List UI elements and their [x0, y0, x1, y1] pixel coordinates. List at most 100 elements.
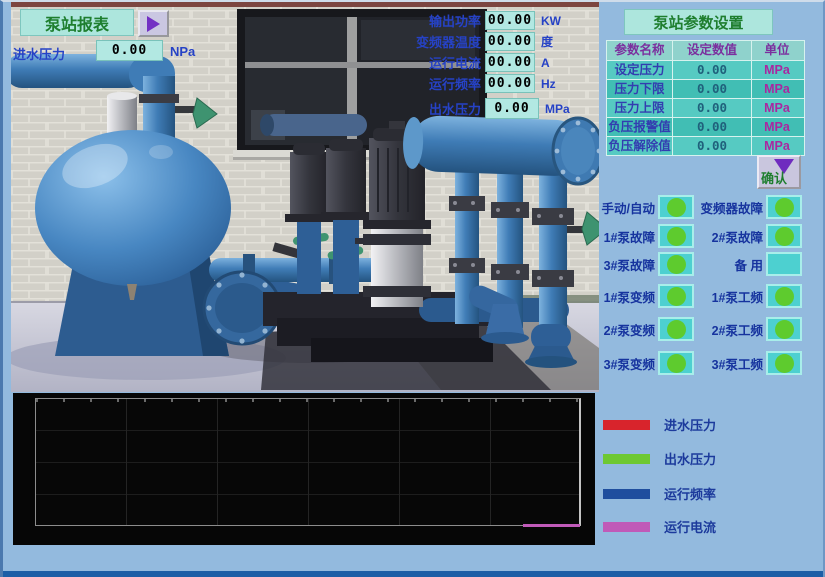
- param-value-input[interactable]: 0.00: [672, 118, 751, 136]
- run-frequency-label: 运行频率: [393, 74, 481, 93]
- status-label: 变频器故障: [694, 198, 763, 217]
- run-frequency-row: 运行频率 00.00 Hz: [393, 74, 556, 93]
- run-frequency-unit: Hz: [541, 77, 556, 91]
- status-lamp-inverter-fault: [766, 195, 802, 219]
- inlet-pressure-label: 进水压力: [13, 44, 65, 63]
- param-value-input[interactable]: 0.00: [672, 61, 751, 79]
- legend-label: 出水压力: [664, 449, 716, 468]
- inverter-temp-value: 00.00: [485, 32, 535, 51]
- status-lamp-pump2-fault: [766, 224, 802, 248]
- run-current-unit: A: [541, 56, 550, 70]
- status-lamp-manual-auto: [658, 195, 694, 219]
- status-label: 3#泵故障: [593, 255, 655, 274]
- param-unit: MPa: [751, 99, 802, 117]
- trend-plot-area: [35, 398, 581, 526]
- axis-ticks: [36, 399, 579, 402]
- status-lamp-spare: [766, 252, 802, 276]
- output-power-row: 输出功率 00.00 KW: [393, 11, 561, 30]
- status-lamp-pump3-vfd: [658, 351, 694, 375]
- output-power-value: 00.00: [485, 11, 535, 30]
- legend-label: 进水压力: [664, 415, 716, 434]
- inverter-temp-label: 变频器温度: [393, 32, 481, 51]
- settings-panel-title: 泵站参数设置: [624, 9, 773, 35]
- status-label: 3#泵工频: [694, 354, 763, 373]
- hmi-screen: 泵站报表 进水压力 0.00 NPa 输出功率 00.00 KW 变频器温度 0…: [0, 0, 825, 577]
- legend-item: 进水压力: [603, 415, 716, 434]
- param-name: 压力上限: [607, 99, 672, 117]
- report-button[interactable]: 泵站报表: [20, 9, 134, 36]
- run-current-label: 运行电流: [393, 53, 481, 72]
- table-row: 压力上限 0.00 MPa: [607, 98, 804, 117]
- status-lamp-pump2-mains: [766, 317, 802, 341]
- run-current-trace: [523, 524, 580, 527]
- status-row: 1#泵变频 1#泵工频: [593, 283, 807, 309]
- output-power-label: 输出功率: [393, 11, 481, 30]
- outlet-pressure-unit: MPa: [545, 102, 570, 116]
- parameter-table: 参数名称 设定数值 单位 设定压力 0.00 MPa 压力下限 0.00 MPa…: [606, 40, 805, 156]
- led-indicator: [775, 354, 794, 373]
- status-lamp-pump3-mains: [766, 351, 802, 375]
- inlet-pressure-unit: NPa: [170, 44, 195, 59]
- status-lamp-pump2-vfd: [658, 317, 694, 341]
- status-label: 1#泵变频: [593, 287, 655, 306]
- param-unit: MPa: [751, 137, 802, 155]
- led-indicator: [667, 227, 686, 246]
- play-right-triangle-icon: [147, 16, 160, 32]
- status-lamp-pump3-fault: [658, 252, 694, 276]
- led-indicator: [775, 320, 794, 339]
- status-label: 1#泵工频: [694, 287, 763, 306]
- output-power-unit: KW: [541, 14, 561, 28]
- status-label: 3#泵变频: [593, 354, 655, 373]
- param-value-input[interactable]: 0.00: [672, 80, 751, 98]
- status-row: 2#泵变频 2#泵工频: [593, 316, 807, 342]
- status-label: 手动/自动: [593, 198, 655, 217]
- legend-item: 运行频率: [603, 484, 716, 503]
- confirm-button[interactable]: 确认: [757, 155, 801, 189]
- status-row: 3#泵故障 备 用: [593, 251, 807, 277]
- param-name: 设定压力: [607, 61, 672, 79]
- status-lamp-pump1-mains: [766, 284, 802, 308]
- led-indicator: [667, 255, 686, 274]
- led-indicator: [667, 287, 686, 306]
- led-indicator: [667, 320, 686, 339]
- bottom-border: [3, 571, 825, 577]
- led-indicator: [667, 198, 686, 217]
- status-label: 备 用: [694, 255, 763, 274]
- run-current-value: 00.00: [485, 53, 535, 72]
- outlet-pressure-label: 出水压力: [393, 99, 481, 118]
- inlet-pressure-value: 0.00: [96, 40, 163, 61]
- run-current-row: 运行电流 00.00 A: [393, 53, 550, 72]
- param-unit: MPa: [751, 61, 802, 79]
- table-row: 负压报警值 0.00 MPa: [607, 117, 804, 136]
- legend-label: 运行电流: [664, 517, 716, 536]
- legend-swatch-outlet: [603, 454, 650, 464]
- led-indicator: [775, 227, 794, 246]
- status-lamp-pump1-vfd: [658, 284, 694, 308]
- param-name: 负压解除值: [607, 137, 672, 155]
- param-name: 压力下限: [607, 80, 672, 98]
- param-value-input[interactable]: 0.00: [672, 99, 751, 117]
- outlet-pressure-value: 0.00: [485, 98, 539, 119]
- legend-swatch-current: [603, 522, 650, 532]
- led-indicator: [667, 354, 686, 373]
- legend-item: 出水压力: [603, 449, 716, 468]
- legend-swatch-frequency: [603, 489, 650, 499]
- param-name: 负压报警值: [607, 118, 672, 136]
- legend-label: 运行频率: [664, 484, 716, 503]
- param-unit: MPa: [751, 80, 802, 98]
- param-value-input[interactable]: 0.00: [672, 137, 751, 155]
- header-unit: 单位: [751, 41, 802, 60]
- header-param-name: 参数名称: [607, 41, 672, 60]
- status-row: 1#泵故障 2#泵故障: [593, 223, 807, 249]
- trend-chart: [13, 393, 595, 545]
- led-indicator: [775, 198, 794, 217]
- parameter-table-header: 参数名称 设定数值 单位: [607, 41, 804, 60]
- inverter-temp-row: 变频器温度 00.00 度: [393, 32, 553, 51]
- report-arrow-button[interactable]: [138, 10, 169, 37]
- param-unit: MPa: [751, 118, 802, 136]
- status-row: 3#泵变频 3#泵工频: [593, 350, 807, 376]
- header-set-value: 设定数值: [672, 41, 751, 60]
- report-button-label: 泵站报表: [45, 11, 109, 35]
- run-frequency-value: 00.00: [485, 74, 535, 93]
- status-label: 2#泵故障: [694, 227, 763, 246]
